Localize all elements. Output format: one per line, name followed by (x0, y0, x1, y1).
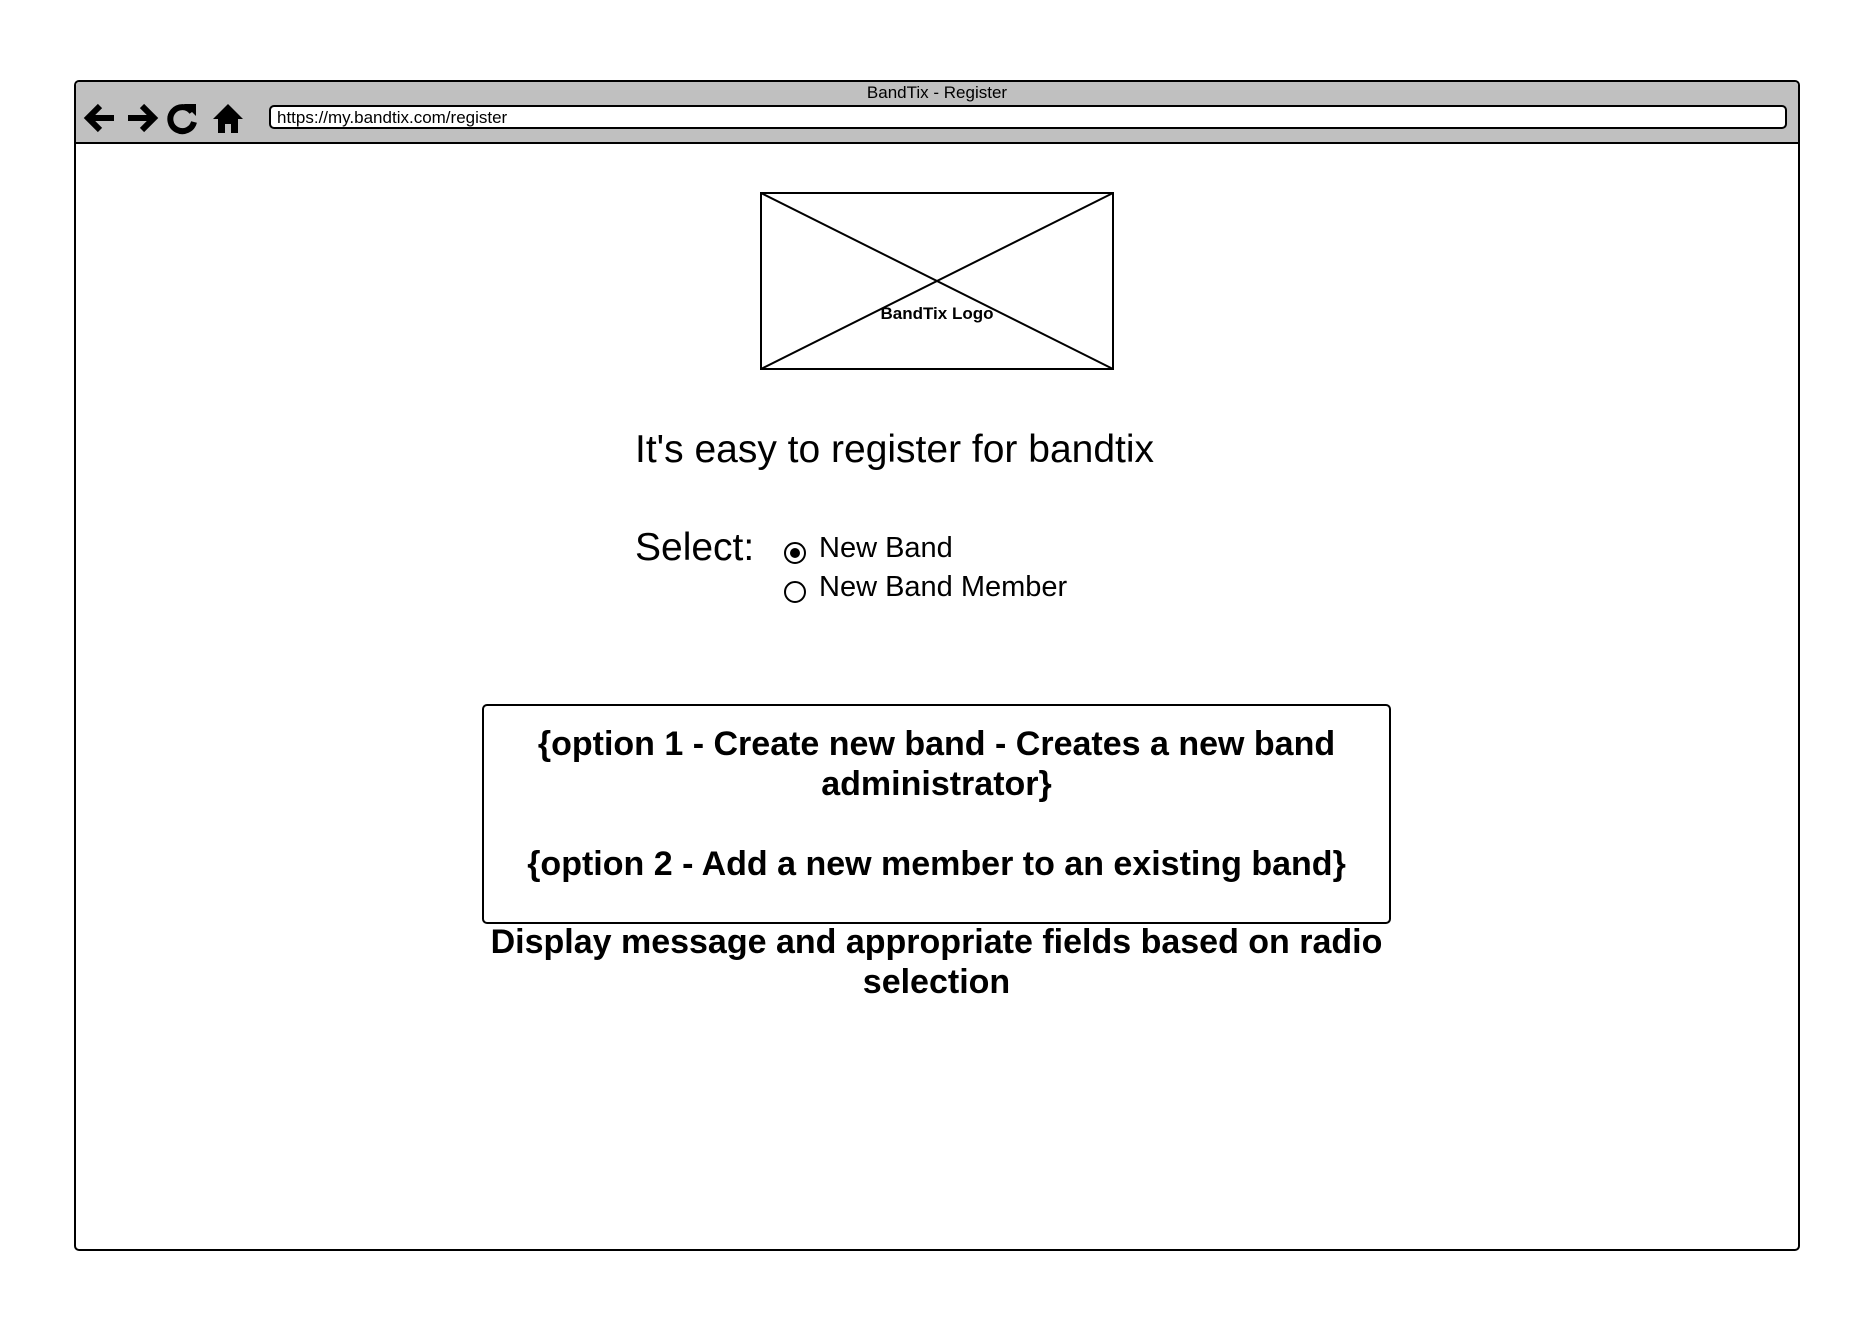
message-box: {option 1 - Create new band - Creates a … (482, 704, 1391, 924)
forward-arrow-icon[interactable] (124, 100, 160, 136)
page-heading: It's easy to register for bandtix (635, 428, 1155, 471)
home-icon[interactable] (210, 100, 246, 136)
option2-text: {option 2 - Add a new member to an exist… (527, 845, 1346, 883)
logo-placeholder: BandTix Logo (760, 192, 1114, 370)
select-label: Select: (635, 526, 755, 569)
back-arrow-icon[interactable] (82, 100, 118, 136)
window-title: BandTix - Register (866, 83, 1008, 102)
reload-icon[interactable] (164, 100, 200, 136)
radio-new-band-member[interactable] (784, 581, 806, 603)
annotation-caption: Display message and appropriate fields b… (490, 923, 1383, 1001)
radio-label-new-band[interactable]: New Band (819, 532, 953, 565)
browser-toolbar: BandTix - Register https://my.bandtix.co… (76, 82, 1798, 144)
image-placeholder-icon (760, 192, 1114, 370)
url-input[interactable]: https://my.bandtix.com/register (269, 105, 1787, 129)
option1-text: {option 1 - Create new band - Creates a … (537, 725, 1336, 803)
radio-new-band[interactable] (784, 542, 806, 564)
logo-label: BandTix Logo (880, 304, 994, 323)
radio-label-new-band-member[interactable]: New Band Member (819, 571, 1067, 604)
